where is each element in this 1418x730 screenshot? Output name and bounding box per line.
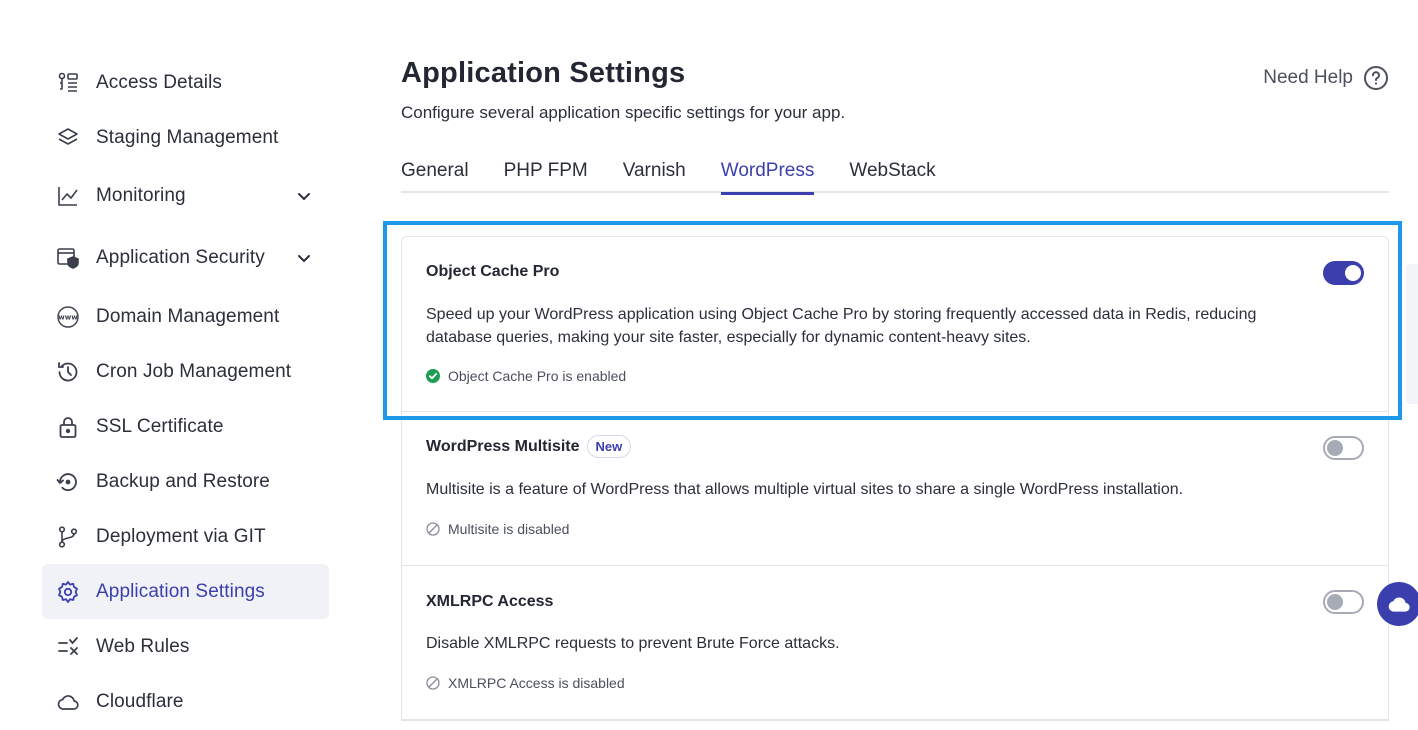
svg-text:www: www — [58, 313, 78, 321]
question-circle-icon — [1364, 66, 1388, 90]
sidebar-item-label: SSL Certificate — [96, 415, 224, 437]
tab-webstack[interactable]: WebStack — [849, 155, 935, 193]
app-security-icon — [54, 244, 82, 272]
layers-icon — [54, 124, 82, 152]
toggle-knob — [1327, 440, 1343, 456]
page-title: Application Settings — [401, 57, 686, 89]
sidebar-item-label: Monitoring — [96, 185, 186, 206]
tab-general[interactable]: General — [401, 155, 469, 193]
setting-description: Speed up your WordPress application usin… — [426, 306, 1257, 346]
sidebar-item-monitoring[interactable]: Monitoring — [42, 165, 329, 227]
chevron-down-icon[interactable] — [297, 189, 311, 203]
history-icon — [54, 358, 82, 386]
sidebar-item-label: Application Security — [96, 247, 265, 268]
sidebar-item-label: Application Settings — [96, 580, 265, 602]
status-text: XMLRPC Access is disabled — [448, 675, 625, 691]
toggle-knob — [1327, 594, 1343, 610]
sidebar-item-staging-management[interactable]: Staging Management — [42, 110, 329, 165]
sidebar-item-web-rules[interactable]: Web Rules — [42, 619, 329, 674]
web-rules-icon — [54, 633, 82, 661]
sidebar-item-label: Domain Management — [96, 305, 280, 327]
sidebar: Access Details Staging Management Monito… — [42, 55, 329, 729]
setting-status: Multisite is disabled — [426, 521, 569, 537]
sidebar-item-backup-and-restore[interactable]: Backup and Restore — [42, 454, 329, 509]
access-details-icon — [54, 69, 82, 97]
sidebar-item-label: Access Details — [96, 71, 222, 93]
setting-description: Disable XMLRPC requests to prevent Brute… — [426, 635, 840, 652]
page-subtitle: Configure several application specific s… — [401, 103, 846, 122]
need-help-label: Need Help — [1263, 67, 1353, 88]
sidebar-item-cloudflare[interactable]: Cloudflare — [42, 674, 329, 729]
sidebar-item-label: Cron Job Management — [96, 360, 292, 382]
setting-title: XMLRPC Access — [426, 593, 554, 610]
sidebar-item-deployment-via-git[interactable]: Deployment via GIT — [42, 509, 329, 564]
need-help-link[interactable]: Need Help — [1263, 65, 1389, 91]
status-text: Multisite is disabled — [448, 521, 570, 537]
chat-widget-button[interactable] — [1377, 582, 1418, 626]
check-circle-icon — [426, 369, 440, 383]
sidebar-item-label: Web Rules — [96, 635, 190, 657]
chevron-down-icon[interactable] — [297, 251, 311, 265]
setting-status: XMLRPC Access is disabled — [426, 675, 625, 691]
setting-card-xmlrpc-access: XMLRPC Access Disable XMLRPC requests to… — [402, 566, 1388, 720]
sidebar-item-domain-management[interactable]: www Domain Management — [42, 289, 329, 344]
setting-status: Object Cache Pro is enabled — [426, 368, 626, 384]
sidebar-item-label: Cloudflare — [96, 690, 184, 712]
setting-card-object-cache-pro: Object Cache Pro Speed up your WordPress… — [402, 237, 1388, 412]
new-badge: New — [586, 435, 632, 458]
setting-description: Multisite is a feature of WordPress that… — [426, 481, 1184, 498]
side-scroll-tab[interactable] — [1406, 264, 1418, 404]
sidebar-item-ssl-certificate[interactable]: SSL Certificate — [42, 399, 329, 454]
lock-icon — [54, 413, 82, 441]
status-text: Object Cache Pro is enabled — [448, 368, 627, 384]
settings-tabs: General PHP FPM Varnish WordPress WebSta… — [401, 155, 1389, 195]
sidebar-item-application-settings[interactable]: Application Settings — [42, 564, 329, 619]
cloud-icon — [54, 688, 82, 716]
sidebar-item-access-details[interactable]: Access Details — [42, 55, 329, 110]
toggle-knob — [1345, 265, 1361, 281]
xmlrpc-access-toggle[interactable] — [1323, 590, 1364, 614]
wordpress-multisite-toggle[interactable] — [1323, 436, 1364, 460]
sidebar-item-cron-job-management[interactable]: Cron Job Management — [42, 344, 329, 399]
object-cache-pro-toggle[interactable] — [1323, 261, 1364, 285]
wordpress-settings-list: Object Cache Pro Speed up your WordPress… — [401, 236, 1389, 721]
setting-title-text: WordPress Multisite — [426, 437, 580, 455]
sidebar-item-label: Backup and Restore — [96, 470, 270, 492]
disabled-circle-icon — [426, 522, 440, 536]
tab-varnish[interactable]: Varnish — [623, 155, 686, 193]
backup-restore-icon — [54, 468, 82, 496]
chart-line-icon — [54, 182, 82, 210]
setting-title: WordPress Multisite New — [426, 435, 632, 458]
setting-title: Object Cache Pro — [426, 263, 560, 280]
gear-icon — [54, 578, 82, 606]
tab-wordpress[interactable]: WordPress — [720, 155, 814, 195]
www-icon: www — [54, 303, 82, 331]
setting-card-wordpress-multisite: WordPress Multisite New Multisite is a f… — [402, 412, 1388, 566]
disabled-circle-icon — [426, 676, 440, 690]
tab-php-fpm[interactable]: PHP FPM — [504, 155, 588, 193]
sidebar-item-label: Deployment via GIT — [96, 525, 266, 547]
cloud-bolt-icon — [1388, 597, 1410, 612]
sidebar-item-application-security[interactable]: Application Security — [42, 227, 329, 289]
git-branch-icon — [54, 523, 82, 551]
sidebar-item-label: Staging Management — [96, 126, 279, 148]
